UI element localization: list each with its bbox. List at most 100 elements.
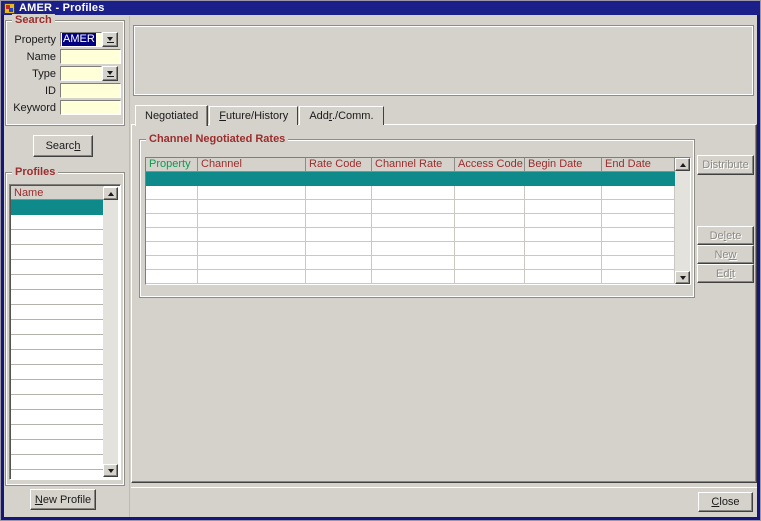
scroll-up-button[interactable] — [675, 158, 690, 171]
type-label: Type — [6, 68, 60, 80]
titlebar[interactable]: AMER - Profiles — [1, 1, 760, 15]
list-item[interactable] — [11, 245, 104, 260]
id-input[interactable] — [60, 83, 121, 98]
table-cell — [198, 256, 306, 270]
rates-table-body — [146, 172, 675, 284]
table-cell — [306, 270, 372, 284]
table-cell — [455, 270, 525, 284]
rates-scrollbar[interactable] — [675, 158, 690, 284]
new-button[interactable]: New — [697, 245, 754, 264]
table-cell — [525, 214, 602, 228]
list-item[interactable] — [11, 350, 104, 365]
property-dropdown-button[interactable] — [102, 32, 118, 47]
type-combo[interactable] — [60, 66, 102, 81]
table-cell — [455, 256, 525, 270]
column-header: Rate Code — [306, 158, 372, 172]
tab-addr-comm[interactable]: Addr./Comm. — [299, 106, 383, 125]
new-profile-button[interactable]: New Profile — [30, 489, 96, 510]
table-row[interactable] — [146, 256, 675, 270]
list-item[interactable] — [11, 380, 104, 395]
close-button[interactable]: Close — [698, 492, 753, 512]
panel-divider — [129, 16, 130, 517]
type-dropdown-button[interactable] — [102, 66, 118, 81]
table-cell — [372, 200, 455, 214]
name-row: Name — [6, 49, 124, 64]
table-cell — [372, 256, 455, 270]
tab-negotiated[interactable]: Negotiated — [135, 105, 208, 126]
table-cell — [146, 200, 198, 214]
list-item[interactable] — [11, 260, 104, 275]
table-row[interactable] — [146, 214, 675, 228]
delete-button[interactable]: Delete — [697, 226, 754, 245]
scroll-down-button[interactable] — [103, 464, 118, 477]
rates-panel-title: Channel Negotiated Rates — [146, 133, 288, 145]
list-item[interactable] — [11, 200, 104, 215]
scroll-down-button[interactable] — [675, 271, 690, 284]
table-cell — [602, 270, 675, 284]
table-cell — [306, 172, 372, 186]
list-item[interactable] — [11, 275, 104, 290]
table-cell — [306, 186, 372, 200]
table-cell — [306, 214, 372, 228]
table-cell — [198, 228, 306, 242]
table-cell — [525, 228, 602, 242]
keyword-label: Keyword — [6, 102, 60, 114]
tab-future-history[interactable]: Future/History — [209, 106, 298, 125]
table-cell — [525, 242, 602, 256]
search-button[interactable]: Search — [33, 135, 93, 157]
list-item[interactable] — [11, 335, 104, 350]
name-input[interactable] — [60, 49, 121, 64]
arrow-down-icon — [680, 276, 686, 280]
list-item[interactable] — [11, 230, 104, 245]
table-row[interactable] — [146, 270, 675, 284]
list-item[interactable] — [11, 365, 104, 380]
table-cell — [146, 228, 198, 242]
list-item[interactable] — [11, 215, 104, 230]
scroll-up-button[interactable] — [103, 187, 118, 200]
list-item[interactable] — [11, 425, 104, 440]
table-cell — [602, 214, 675, 228]
table-cell — [146, 172, 198, 186]
footer-bar: Close — [131, 487, 757, 513]
profiles-column-header: Name — [11, 186, 104, 200]
list-item[interactable] — [11, 410, 104, 425]
table-row[interactable] — [146, 242, 675, 256]
list-item[interactable] — [11, 290, 104, 305]
table-cell — [455, 214, 525, 228]
table-cell — [525, 200, 602, 214]
id-row: ID — [6, 83, 124, 98]
dropdown-arrow-icon — [107, 37, 114, 43]
table-row[interactable] — [146, 200, 675, 214]
arrow-down-icon — [108, 469, 114, 473]
tab-bar: Negotiated Future/History Addr./Comm. — [135, 104, 385, 125]
table-row[interactable] — [146, 172, 675, 186]
window-title: AMER - Profiles — [19, 2, 105, 14]
column-header: End Date — [602, 158, 675, 172]
list-item[interactable] — [11, 305, 104, 320]
distribute-button[interactable]: Distribute — [697, 155, 754, 175]
keyword-input[interactable] — [60, 100, 121, 115]
table-row[interactable] — [146, 228, 675, 242]
table-cell — [146, 270, 198, 284]
table-cell — [602, 242, 675, 256]
table-cell — [455, 172, 525, 186]
table-cell — [525, 186, 602, 200]
list-item[interactable] — [11, 470, 104, 480]
table-cell — [372, 228, 455, 242]
property-combo[interactable]: AMER — [60, 32, 102, 47]
column-header: Begin Date — [525, 158, 602, 172]
column-header: Channel — [198, 158, 306, 172]
table-row[interactable] — [146, 186, 675, 200]
rates-header-row: PropertyChannelRate CodeChannel RateAcce… — [146, 158, 675, 172]
app-icon — [4, 3, 15, 14]
list-item[interactable] — [11, 455, 104, 470]
table-cell — [198, 270, 306, 284]
list-item[interactable] — [11, 320, 104, 335]
edit-button[interactable]: Edit — [697, 264, 754, 283]
list-item[interactable] — [11, 440, 104, 455]
table-cell — [602, 228, 675, 242]
profiles-scrollbar[interactable] — [103, 187, 118, 477]
list-item[interactable] — [11, 395, 104, 410]
table-cell — [455, 228, 525, 242]
table-cell — [602, 186, 675, 200]
